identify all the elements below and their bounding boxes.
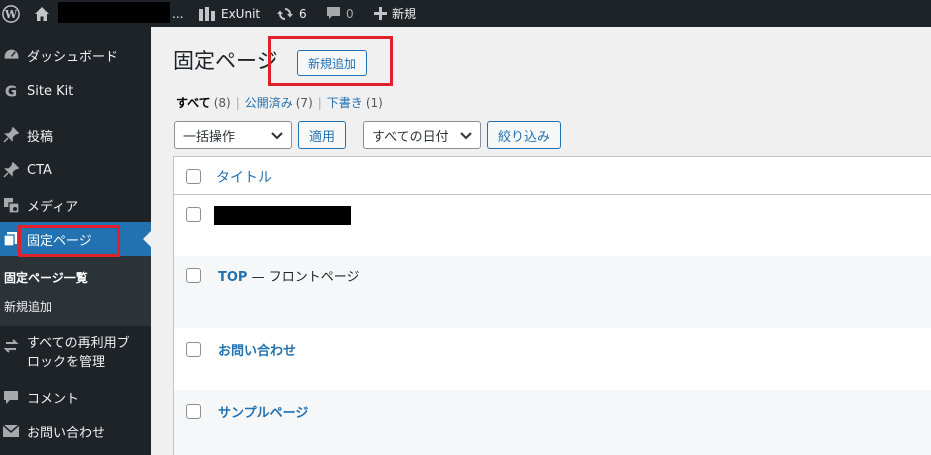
new-label: 新規 <box>392 7 417 21</box>
sidebar-item-label: コメント <box>27 391 80 407</box>
home-icon[interactable] <box>34 0 50 27</box>
sidebar-item-label: お問い合わせ <box>27 425 106 441</box>
page-title-link[interactable]: サンプルページ <box>218 402 308 421</box>
filter-all-count: (8) <box>213 96 231 110</box>
page-title: 固定ページ <box>173 49 278 73</box>
filter-draft-label: 下書き <box>326 96 363 110</box>
pages-submenu: 固定ページ一覧 新規追加 <box>0 256 151 326</box>
filter-separator: | <box>235 95 240 110</box>
filter-all-label: すべて <box>176 96 211 110</box>
pages-table: タイトル TOP — フロントページ お問い合わせ サンプルページ <box>173 156 931 455</box>
label-line-1: すべての再利用ブ <box>27 336 130 351</box>
sidebar-item-label: 投稿 <box>27 129 54 145</box>
page-state-label: — フロントページ <box>247 270 360 285</box>
exunit-menu[interactable]: ExUnit <box>198 0 260 27</box>
filter-all[interactable]: すべて (8) <box>176 94 231 111</box>
redacted-site-name <box>58 2 170 23</box>
submenu-item-all-pages[interactable]: 固定ページ一覧 <box>4 269 88 286</box>
mail-icon <box>2 422 20 440</box>
filter-published[interactable]: 公開済み (7) <box>245 94 313 111</box>
table-row: サンプルページ <box>174 390 931 455</box>
sidebar-item-label: 固定ページ <box>27 233 92 249</box>
date-filter-select[interactable]: すべての日付 <box>363 121 481 149</box>
pin-icon <box>2 126 20 144</box>
column-title-header[interactable]: タイトル <box>216 167 272 187</box>
bulk-action-select[interactable]: 一括操作 <box>174 121 292 149</box>
comments-menu[interactable]: 0 <box>326 0 354 27</box>
comments-count: 0 <box>346 6 354 21</box>
sidebar-item-label: Site Kit <box>27 83 74 99</box>
table-row <box>174 196 931 256</box>
row-checkbox[interactable] <box>186 207 201 222</box>
site-kit-g-icon: G <box>2 82 20 100</box>
table-row: TOP — フロントページ <box>174 256 931 328</box>
svg-text:W: W <box>4 8 18 21</box>
chevron-down-icon <box>460 130 472 145</box>
filter-button[interactable]: 絞り込み <box>487 121 561 149</box>
site-name-overflow: ... <box>172 6 184 21</box>
submenu-item-add-new[interactable]: 新規追加 <box>4 298 52 315</box>
sidebar-item-contact[interactable]: お問い合わせ <box>0 417 151 445</box>
bulk-action-value: 一括操作 <box>183 129 236 145</box>
sidebar-item-label: ダッシュボード <box>27 49 119 65</box>
row-checkbox[interactable] <box>186 404 201 419</box>
admin-bar: W ... ExUnit 6 0 新規 <box>0 0 931 27</box>
sidebar-item-comments[interactable]: コメント <box>0 383 151 411</box>
filter-published-count: (7) <box>295 96 313 110</box>
select-all-checkbox[interactable] <box>186 169 201 184</box>
label-line-2: ロックを管理 <box>27 355 106 370</box>
sidebar-item-label: メディア <box>27 199 79 215</box>
new-content-menu[interactable]: 新規 <box>374 0 416 27</box>
chevron-down-icon <box>271 130 283 145</box>
pages-icon <box>2 230 20 248</box>
plus-icon <box>374 7 387 20</box>
sidebar-item-reusable-blocks[interactable]: すべての再利用ブ ロックを管理 <box>0 334 151 374</box>
sidebar-item-label: CTA <box>27 162 52 178</box>
admin-sidebar: ダッシュボード G Site Kit 投稿 CTA メディア 固定ページ 固定ペ… <box>0 27 151 455</box>
sidebar-item-media[interactable]: メディア <box>0 191 151 219</box>
pin-icon <box>2 161 20 179</box>
table-row: お問い合わせ <box>174 328 931 390</box>
filter-published-label: 公開済み <box>244 96 293 110</box>
apply-button[interactable]: 適用 <box>298 121 346 149</box>
sidebar-item-site-kit[interactable]: G Site Kit <box>0 77 151 105</box>
row-title-top[interactable]: TOP — フロントページ <box>218 266 359 285</box>
current-menu-arrow <box>143 231 151 247</box>
sidebar-item-label: すべての再利用ブ ロックを管理 <box>27 334 130 372</box>
row-checkbox[interactable] <box>186 268 201 283</box>
row-checkbox[interactable] <box>186 342 201 357</box>
updates-count: 6 <box>299 6 307 21</box>
svg-text:G: G <box>5 83 17 99</box>
filter-draft[interactable]: 下書き (1) <box>327 94 383 111</box>
reusable-blocks-icon <box>2 337 20 355</box>
media-icon <box>2 196 20 214</box>
add-new-page-button[interactable]: 新規追加 <box>297 50 367 76</box>
sidebar-item-cta[interactable]: CTA <box>0 156 151 184</box>
comment-icon <box>2 388 20 406</box>
exunit-icon <box>198 6 216 22</box>
page-title-link[interactable]: お問い合わせ <box>218 340 296 359</box>
updates-icon <box>276 6 294 22</box>
filter-draft-count: (1) <box>365 96 383 110</box>
status-filter-links: すべて (8) | 公開済み (7) | 下書き (1) <box>176 94 383 111</box>
redacted-page-title <box>214 206 351 225</box>
exunit-label: ExUnit <box>221 6 261 21</box>
date-filter-value: すべての日付 <box>372 129 449 145</box>
sidebar-item-pages[interactable]: 固定ページ <box>0 222 151 256</box>
updates-menu[interactable]: 6 <box>276 0 307 27</box>
page-title-link[interactable]: TOP <box>218 270 247 285</box>
filter-separator: | <box>317 95 322 110</box>
sidebar-item-posts[interactable]: 投稿 <box>0 121 151 149</box>
comment-bubble-icon <box>326 6 341 21</box>
dashboard-icon <box>2 46 20 64</box>
sidebar-item-dashboard[interactable]: ダッシュボード <box>0 41 151 69</box>
wordpress-logo-icon[interactable]: W <box>0 0 22 27</box>
table-header: タイトル <box>174 157 931 195</box>
